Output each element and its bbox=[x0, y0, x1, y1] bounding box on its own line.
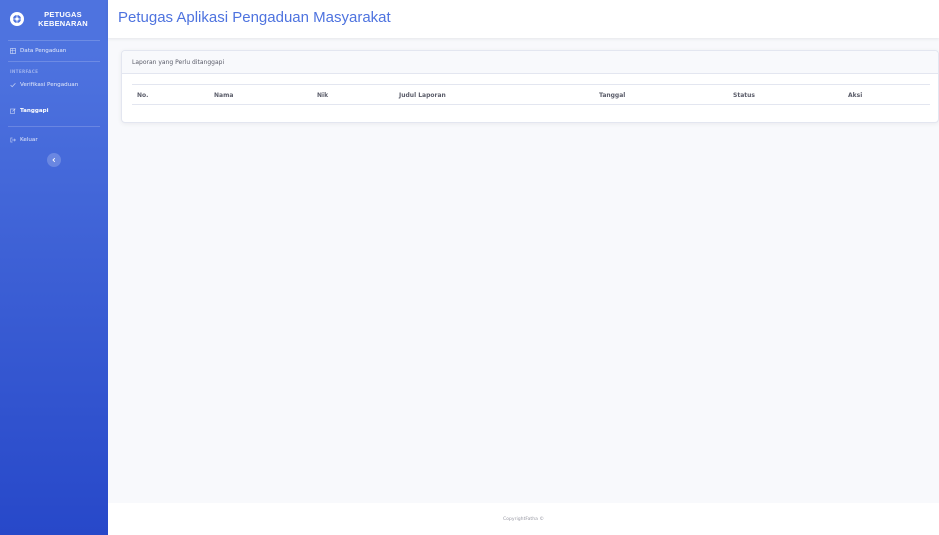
reports-table: No. Nama Nik Judul Laporan Tanggal Statu… bbox=[132, 84, 930, 105]
sign-out-icon bbox=[10, 137, 16, 143]
topbar: Petugas Aplikasi Pengaduan Masyarakat bbox=[108, 0, 939, 38]
brand-line-1: PETUGAS bbox=[44, 9, 82, 19]
sidebar-heading: INTERFACE bbox=[10, 69, 39, 74]
sidebar-brand[interactable]: PETUGAS KEBENARAN bbox=[0, 0, 108, 38]
report-card: Laporan yang Perlu ditanggapi No. Nama N… bbox=[121, 50, 939, 123]
sidebar-toggle-button[interactable] bbox=[47, 153, 61, 167]
chevron-left-icon bbox=[52, 157, 56, 163]
card-header: Laporan yang Perlu ditanggapi bbox=[122, 51, 938, 74]
sidebar-item-label: Tanggapi bbox=[20, 108, 49, 114]
column-header-no[interactable]: No. bbox=[137, 92, 148, 99]
sidebar-divider bbox=[8, 126, 100, 127]
page-title: Petugas Aplikasi Pengaduan Masyarakat bbox=[118, 9, 391, 26]
sidebar-item-keluar[interactable]: Keluar bbox=[0, 130, 108, 150]
brand-logo-icon bbox=[10, 12, 24, 26]
sidebar-item-tanggapi[interactable]: Tanggapi bbox=[0, 101, 108, 121]
column-header-aksi[interactable]: Aksi bbox=[848, 92, 862, 99]
sidebar-item-data-pengaduan[interactable]: Data Pengaduan bbox=[0, 41, 108, 61]
column-header-nama[interactable]: Nama bbox=[214, 92, 233, 99]
card-title: Laporan yang Perlu ditanggapi bbox=[132, 58, 225, 66]
column-header-judul-laporan[interactable]: Judul Laporan bbox=[399, 92, 446, 99]
table-icon bbox=[10, 48, 16, 54]
edit-icon bbox=[10, 108, 16, 114]
table-header-row: No. Nama Nik Judul Laporan Tanggal Statu… bbox=[132, 84, 930, 105]
column-header-tanggal[interactable]: Tanggal bbox=[599, 92, 625, 99]
brand-name: PETUGAS KEBENARAN bbox=[32, 10, 94, 29]
column-header-status[interactable]: Status bbox=[733, 92, 755, 99]
sidebar-item-label: Data Pengaduan bbox=[20, 48, 67, 54]
footer: CopyrightFatha © bbox=[108, 503, 939, 535]
check-icon bbox=[10, 83, 16, 88]
copyright-text: CopyrightFatha © bbox=[502, 516, 545, 522]
sidebar-item-label: Keluar bbox=[20, 137, 38, 143]
brand-line-2: KEBENARAN bbox=[38, 19, 88, 28]
sidebar: PETUGAS KEBENARAN Data Pengaduan INTERFA… bbox=[0, 0, 108, 535]
column-header-nik[interactable]: Nik bbox=[317, 92, 328, 99]
sidebar-item-label: Verifikasi Pengaduan bbox=[20, 82, 79, 88]
sidebar-item-verifikasi-pengaduan[interactable]: Verifikasi Pengaduan bbox=[0, 75, 108, 95]
sidebar-divider bbox=[8, 61, 100, 62]
